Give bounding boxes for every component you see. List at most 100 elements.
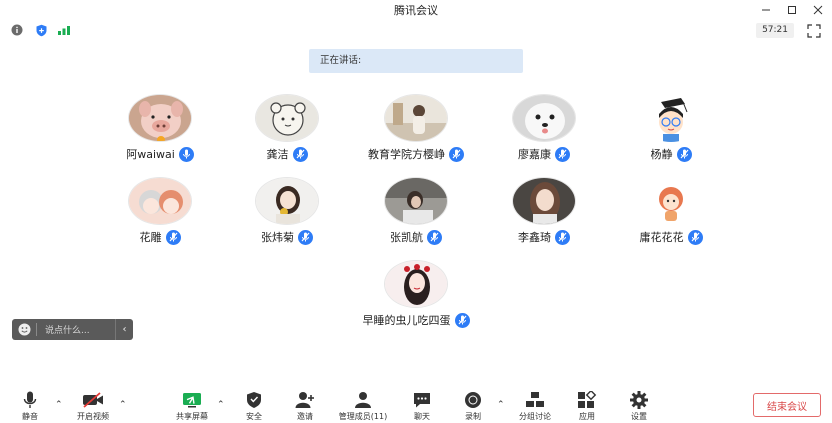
settings-label: 设置 [631,412,647,421]
mic-icon [298,229,313,245]
name-row: 花雕 [140,229,181,245]
participant-tile[interactable]: 早睡的虫儿吃四蛋 [341,260,491,328]
share-screen-button[interactable]: 共享屏幕 [162,391,222,422]
girl-with-flower-avatar [256,178,318,224]
record-button[interactable]: 录制 [443,391,503,422]
chat-input-placeholder[interactable]: 说点什么... [37,323,115,336]
manage-members-button[interactable]: 管理成员(11) [333,391,393,422]
name-row: 龚洁 [267,146,308,162]
share-screen-icon [183,393,201,408]
start-video-button[interactable]: 开启视频 [63,391,123,422]
mic-icon [555,146,570,162]
girl-portrait-avatar [513,178,575,224]
video-options-chevron-icon[interactable]: ⌃ [119,400,127,410]
start-video-label: 开启视频 [77,412,109,421]
participant-tile[interactable]: 张炜菊 [212,177,362,245]
avatar [255,177,319,225]
participant-name: 杨静 [650,148,673,161]
participant-name: 教育学院方樱峥 [368,148,445,161]
end-meeting-button[interactable]: 结束会议 [753,393,821,417]
participant-tile[interactable]: 庸花花花 [596,177,746,245]
name-row: 李鑫琦 [518,229,570,245]
participant-name: 张凯航 [390,231,423,244]
mic-icon [178,146,194,162]
mic-icon [165,229,181,245]
shield-icon [36,24,46,36]
emoji-button[interactable] [12,323,36,336]
cartoon-graduate-avatar [659,98,688,142]
participant-name: 庸花花花 [639,231,684,244]
cartoon-bear-avatar [256,95,318,141]
apps-grid-icon [578,391,597,408]
girl-illustration-avatar [385,261,447,307]
name-row: 张凯航 [390,229,442,245]
participant-name: 龚洁 [266,148,289,161]
title-bar: 腾讯会议 [0,0,832,20]
participant-tile[interactable]: 杨静 [596,94,746,162]
photo-avatar [385,95,447,141]
invite-button[interactable]: 邀请 [275,391,335,422]
participant-name: 李鑫琦 [518,231,551,244]
chat-input-box[interactable]: 说点什么... ‹ [12,319,133,340]
shield-icon [247,392,261,408]
network-signal-button[interactable] [57,23,71,37]
gear-icon [630,391,648,409]
mic-icon [454,312,470,328]
emoji-icon [18,323,30,336]
add-user-icon [295,392,314,408]
avatar [639,177,703,225]
mic-icon [449,146,464,162]
avatar [639,94,703,142]
mute-label: 静音 [22,412,38,421]
collapse-chat-button[interactable]: ‹ [115,319,133,340]
invite-label: 邀请 [297,412,313,421]
breakout-rooms-icon [526,392,544,407]
avatar [128,177,192,225]
members-icon [355,392,371,408]
participant-name: 阿waiwai [126,148,175,161]
video-off-icon [83,392,103,408]
avatar [128,94,192,142]
participant-name: 花雕 [139,231,162,244]
share-screen-label: 共享屏幕 [176,412,208,421]
window-controls [758,2,826,18]
apps-label: 应用 [579,412,595,421]
name-row: 阿waiwai [126,146,194,162]
record-options-chevron-icon[interactable]: ⌃ [497,400,505,410]
name-row: 早睡的虫儿吃四蛋 [363,312,470,328]
info-button[interactable] [10,23,24,37]
photo-avatar [385,178,447,224]
apps-button[interactable]: 应用 [557,391,617,422]
info-icon [11,24,23,36]
mic-icon [676,146,692,162]
white-dog-avatar [513,95,575,141]
encryption-button[interactable] [34,23,48,37]
participant-name: 早睡的虫儿吃四蛋 [362,314,451,327]
participant-tile[interactable]: 龚洁 [212,94,362,162]
minimize-icon [762,9,770,11]
anime-couple-avatar [129,178,191,224]
chat-label: 聊天 [414,412,430,421]
avatar [255,94,319,142]
microphone-icon [23,391,37,408]
bottom-toolbar: 静音 ⌃ 开启视频 ⌃ 共享屏幕 ⌃ 安全 邀请 管理成员(11) 聊天 录制 … [0,385,832,423]
breakout-rooms-button[interactable]: 分组讨论 [505,391,565,422]
mute-button[interactable]: 静音 [0,391,60,422]
mic-icon [427,229,442,245]
security-label: 安全 [246,412,262,421]
fullscreen-button[interactable] [807,23,822,38]
settings-button[interactable]: 设置 [609,391,669,422]
maximize-icon [788,6,796,14]
avatar [512,94,576,142]
minimize-button[interactable] [758,2,774,18]
maximize-button[interactable] [784,2,800,18]
fullscreen-icon [807,24,821,38]
record-label: 录制 [465,412,481,421]
speaking-label: 正在讲话: [320,55,362,66]
status-row: 57:21 [0,20,832,40]
mute-options-chevron-icon[interactable]: ⌃ [55,400,63,410]
meeting-window: 腾讯会议 57:21 正在讲话: 阿waiwai 龚洁 教育学院方樱峥 廖嘉康 … [0,0,832,423]
mic-icon [555,229,570,245]
window-title: 腾讯会议 [394,4,438,17]
close-button[interactable] [810,2,826,18]
